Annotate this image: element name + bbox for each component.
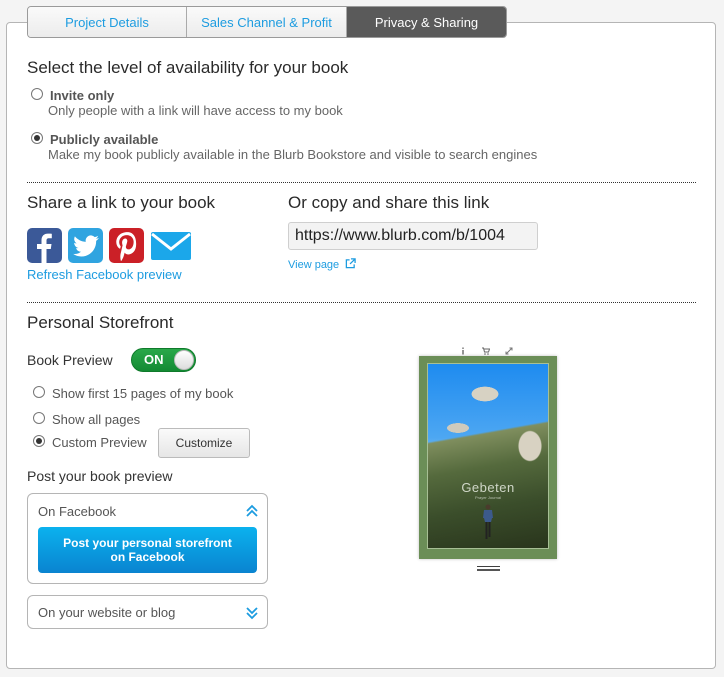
- invite-only-label: Invite only: [50, 88, 115, 103]
- availability-title: Select the level of availability for you…: [27, 58, 349, 77]
- tab-privacy-sharing[interactable]: Privacy & Sharing: [347, 7, 506, 37]
- tab-sales-channel-profit[interactable]: Sales Channel & Profit: [187, 7, 347, 37]
- expand-icon[interactable]: [505, 342, 513, 355]
- book-preview-label: Book Preview: [27, 352, 113, 368]
- custom-preview-label: Custom Preview: [52, 435, 147, 450]
- customize-button[interactable]: Customize: [158, 428, 250, 458]
- show-all-pages-label: Show all pages: [52, 412, 141, 427]
- facebook-icon: [37, 233, 52, 263]
- show-all-pages-radio[interactable]: [33, 412, 45, 424]
- post-button-line1: Post your personal storefront: [63, 536, 232, 550]
- tab-bar: Project Details Sales Channel & Profit P…: [27, 6, 507, 38]
- blurb-logo: [477, 566, 500, 571]
- publicly-available-label: Publicly available: [50, 132, 159, 147]
- pinterest-share-button[interactable]: [109, 228, 144, 263]
- post-button-line2: on Facebook: [110, 550, 185, 564]
- post-preview-title: Post your book preview: [27, 468, 173, 484]
- email-icon: [151, 232, 191, 260]
- facebook-share-button[interactable]: [27, 228, 62, 263]
- post-storefront-facebook-button[interactable]: Post your personal storefront on Faceboo…: [38, 527, 257, 573]
- facebook-accordion: On Facebook Post your personal storefron…: [27, 493, 268, 584]
- view-page-link[interactable]: View page: [288, 258, 356, 271]
- storefront-title: Personal Storefront: [27, 313, 174, 332]
- book-preview-toggle[interactable]: ON: [131, 348, 196, 372]
- section-divider: [27, 302, 696, 303]
- view-page-label: View page: [288, 259, 340, 271]
- twitter-share-button[interactable]: [68, 228, 103, 263]
- refresh-facebook-preview-link[interactable]: Refresh Facebook preview: [27, 267, 182, 282]
- book-title: Gebeten: [461, 480, 515, 495]
- cart-icon[interactable]: [482, 342, 491, 355]
- book-cover-preview[interactable]: Gebeten Prayer Journal: [419, 356, 557, 559]
- book-cover-photo: Gebeten Prayer Journal: [427, 363, 549, 549]
- facebook-accordion-header[interactable]: On Facebook: [38, 504, 116, 519]
- pinterest-icon: [115, 231, 136, 261]
- book-subtitle: Prayer Journal: [474, 495, 501, 500]
- publicly-available-radio[interactable]: [31, 132, 43, 144]
- section-divider: [27, 182, 696, 183]
- publicly-available-description: Make my book publicly available in the B…: [48, 147, 538, 162]
- website-accordion-header[interactable]: On your website or blog: [38, 605, 175, 620]
- preview-toolbar: [459, 342, 513, 355]
- toggle-knob: [174, 350, 194, 370]
- hiker-figure: [483, 504, 493, 539]
- tab-project-details[interactable]: Project Details: [28, 7, 187, 37]
- invite-only-description: Only people with a link will have access…: [48, 103, 343, 118]
- twitter-icon: [72, 234, 99, 256]
- website-accordion[interactable]: On your website or blog: [27, 595, 268, 629]
- copy-link-title: Or copy and share this link: [288, 193, 490, 212]
- external-link-icon: [345, 258, 356, 269]
- share-title: Share a link to your book: [27, 193, 216, 212]
- info-icon[interactable]: [459, 342, 467, 355]
- chevron-double-down-icon[interactable]: [245, 606, 259, 620]
- email-share-button[interactable]: [150, 228, 192, 263]
- social-share-buttons: [27, 228, 192, 263]
- share-url-field[interactable]: https://www.blurb.com/b/1004: [288, 222, 538, 250]
- chevron-double-up-icon[interactable]: [245, 504, 259, 518]
- custom-preview-radio[interactable]: [33, 435, 45, 447]
- invite-only-radio[interactable]: [31, 88, 43, 100]
- show-first-pages-label: Show first 15 pages of my book: [52, 386, 234, 401]
- toggle-state-label: ON: [144, 352, 164, 367]
- show-first-pages-radio[interactable]: [33, 386, 45, 398]
